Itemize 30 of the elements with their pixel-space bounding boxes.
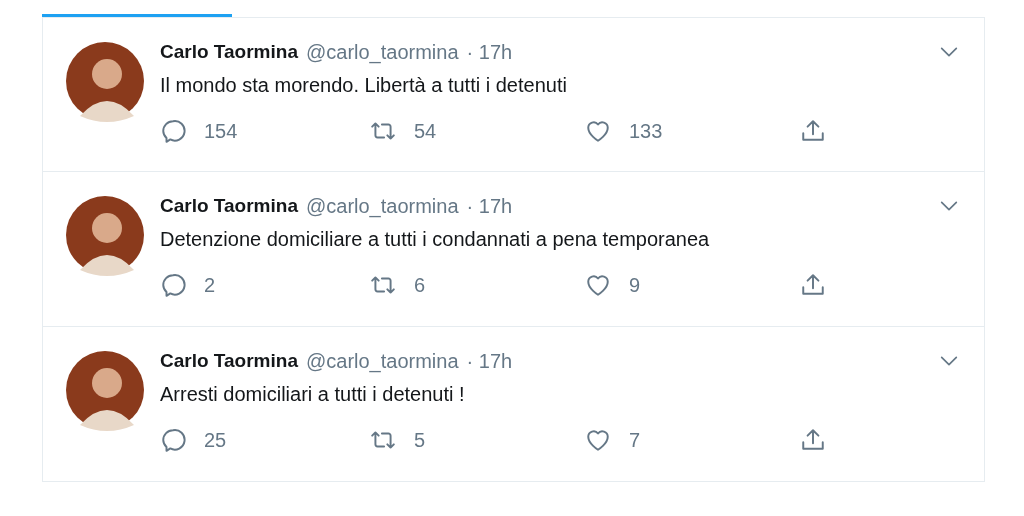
author-handle[interactable]: @carlo_taormina [305,349,459,373]
tweet-text: Detenzione domiciliare a tutti i condannati a pena temporanea [160,227,711,252]
share-icon[interactable] [800,427,826,453]
heart-icon[interactable] [585,118,611,144]
tweet-text: Il mondo sta morendo. Libertà a tutti i detenuti [160,73,568,98]
heart-icon[interactable] [585,427,611,453]
tweet-time: · 17h [466,349,513,373]
reply-count: 25 [204,428,227,452]
like-count: 9 [629,273,641,297]
retweet-count: 6 [414,273,426,297]
like-count: 7 [629,428,641,452]
author-handle[interactable]: @carlo_taormina [305,40,459,64]
heart-icon[interactable] [585,272,611,298]
retweet-count: 54 [414,119,437,143]
tweet-time: · 17h [466,40,513,64]
like-count: 133 [629,119,663,143]
retweet-count: 5 [414,428,426,452]
author-name[interactable]: Carlo Taormina [160,350,298,372]
reply-icon[interactable] [160,427,186,453]
reply-icon[interactable] [160,272,186,298]
reply-count: 154 [204,119,238,143]
share-icon[interactable] [800,118,826,144]
author-name[interactable]: Carlo Taormina [160,195,298,217]
author-handle[interactable]: @carlo_taormina [305,194,459,218]
reply-icon[interactable] [160,118,186,144]
author-name[interactable]: Carlo Taormina [160,41,298,63]
share-icon[interactable] [800,272,826,298]
reply-count: 2 [204,273,216,297]
tweet-time: · 17h [466,194,513,218]
tweet-text: Arresti domiciliari a tutti i detenuti ! [160,382,466,407]
